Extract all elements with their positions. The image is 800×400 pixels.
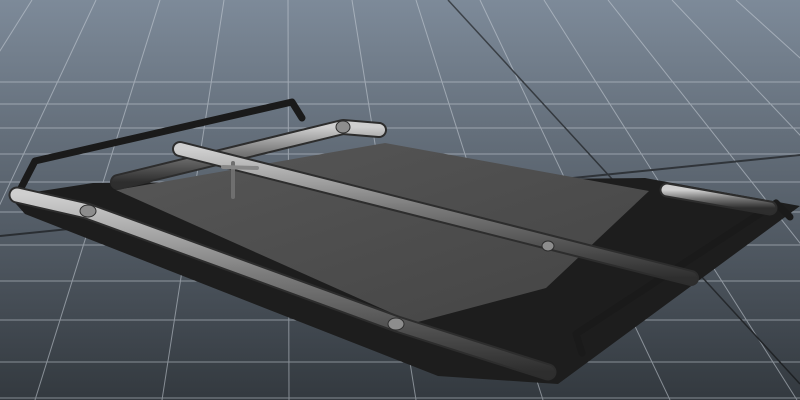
joint-cross-mid: [541, 240, 555, 252]
joint-front-mid: [387, 317, 405, 331]
joint-front-left: [79, 204, 97, 218]
joint-back: [335, 120, 351, 134]
viewport-canvas[interactable]: [0, 0, 800, 400]
3d-viewport[interactable]: [0, 0, 800, 400]
support-crossbar[interactable]: [221, 165, 259, 170]
